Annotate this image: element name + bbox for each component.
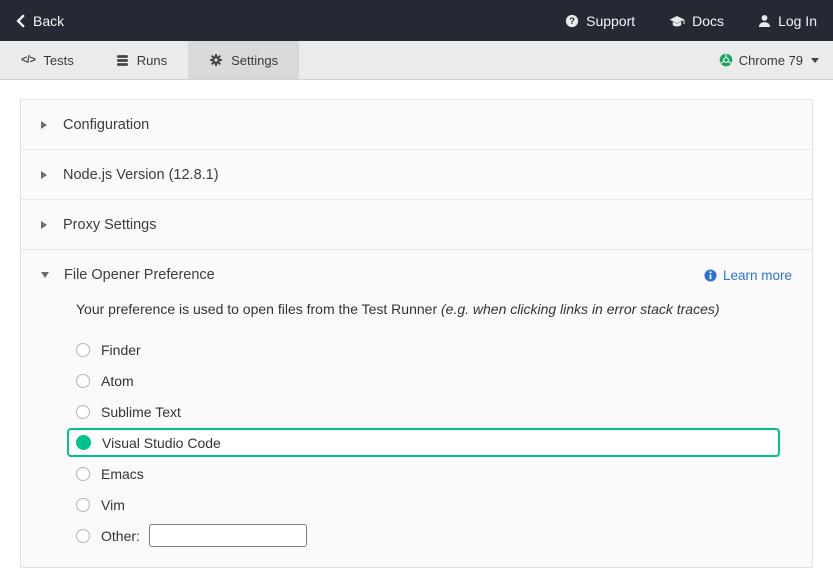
tab-runs-label: Runs — [137, 53, 167, 68]
support-link[interactable]: ? Support — [565, 13, 635, 29]
other-editor-input[interactable] — [149, 524, 307, 547]
code-icon: </> — [21, 54, 35, 66]
browser-label: Chrome 79 — [739, 53, 803, 68]
radio-icon — [76, 467, 90, 481]
section-title: File Opener Preference — [64, 267, 215, 283]
learn-more-link[interactable]: Learn more — [704, 268, 792, 283]
tab-settings-label: Settings — [231, 53, 278, 68]
caret-right-icon — [41, 121, 47, 129]
section-title: Configuration — [63, 117, 149, 133]
option-label: Atom — [101, 373, 134, 389]
file-opener-description: Your preference is used to open files fr… — [21, 300, 812, 332]
section-proxy-settings[interactable]: Proxy Settings — [21, 200, 812, 250]
graduation-cap-icon — [669, 14, 685, 28]
support-label: Support — [586, 13, 635, 29]
radio-option-emacs[interactable]: Emacs — [67, 458, 780, 489]
chevron-left-icon — [16, 14, 26, 28]
radio-option-sublime-text[interactable]: Sublime Text — [67, 396, 780, 427]
section-title: Node.js Version (12.8.1) — [63, 167, 219, 183]
radio-option-other[interactable]: Other: — [67, 520, 780, 551]
option-label: Vim — [101, 497, 125, 513]
option-label: Sublime Text — [101, 404, 181, 420]
caret-down-icon — [811, 58, 819, 63]
section-file-opener-header[interactable]: File Opener Preference Learn more — [21, 250, 812, 300]
radio-selected-icon — [76, 435, 91, 450]
option-label: Finder — [101, 342, 141, 358]
radio-icon — [76, 498, 90, 512]
settings-page: Configuration Node.js Version (12.8.1) P… — [0, 99, 833, 568]
chrome-icon — [719, 53, 733, 67]
tab-runs[interactable]: Runs — [95, 41, 188, 79]
database-icon — [116, 54, 129, 67]
caret-down-icon — [41, 272, 49, 278]
question-circle-icon: ? — [565, 14, 579, 28]
info-circle-icon — [704, 269, 717, 282]
option-label: Visual Studio Code — [102, 435, 221, 451]
section-configuration[interactable]: Configuration — [21, 100, 812, 150]
tabs: </> Tests Runs Settings — [0, 41, 299, 79]
top-nav-links: ? Support Docs Log In — [565, 13, 817, 29]
radio-icon — [76, 343, 90, 357]
option-label: Other: — [101, 528, 140, 544]
file-opener-options: Finder Atom Sublime Text Visual Studio C… — [21, 332, 812, 567]
back-button[interactable]: Back — [16, 13, 64, 29]
radio-icon — [76, 374, 90, 388]
radio-option-visual-studio-code[interactable]: Visual Studio Code — [67, 428, 780, 457]
svg-text:?: ? — [569, 16, 575, 26]
docs-label: Docs — [692, 13, 724, 29]
browser-selector[interactable]: Chrome 79 — [705, 41, 833, 79]
radio-option-finder[interactable]: Finder — [67, 334, 780, 365]
top-navbar: Back ? Support Docs Log In — [0, 0, 833, 41]
back-label: Back — [33, 13, 64, 29]
login-link[interactable]: Log In — [758, 13, 817, 29]
tab-tests[interactable]: </> Tests — [0, 41, 95, 79]
radio-icon — [76, 529, 90, 543]
caret-right-icon — [41, 171, 47, 179]
learn-more-label: Learn more — [723, 268, 792, 283]
user-icon — [758, 14, 771, 28]
section-file-opener-preference: File Opener Preference Learn more Your p… — [21, 250, 812, 567]
section-nodejs-version[interactable]: Node.js Version (12.8.1) — [21, 150, 812, 200]
caret-right-icon — [41, 221, 47, 229]
section-title: Proxy Settings — [63, 217, 157, 233]
gear-icon — [209, 53, 223, 67]
radio-option-atom[interactable]: Atom — [67, 365, 780, 396]
tab-tests-label: Tests — [43, 53, 73, 68]
tab-settings[interactable]: Settings — [188, 41, 299, 79]
project-tabbar: </> Tests Runs Settings Chrome 79 — [0, 41, 833, 80]
radio-icon — [76, 405, 90, 419]
docs-link[interactable]: Docs — [669, 13, 724, 29]
login-label: Log In — [778, 13, 817, 29]
settings-card: Configuration Node.js Version (12.8.1) P… — [20, 99, 813, 568]
option-label: Emacs — [101, 466, 144, 482]
radio-option-vim[interactable]: Vim — [67, 489, 780, 520]
